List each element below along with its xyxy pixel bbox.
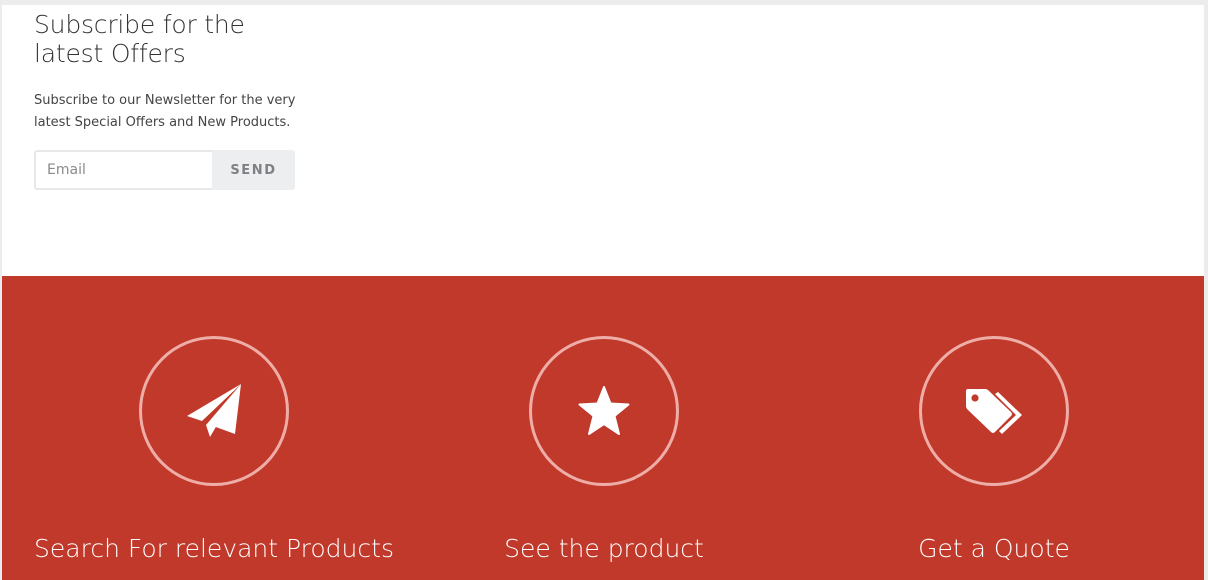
feature-view-title: See the product bbox=[504, 534, 704, 563]
newsletter-form: SEND bbox=[34, 150, 295, 190]
feature-quote-circle[interactable] bbox=[919, 336, 1069, 486]
newsletter-title-line1: Subscribe for the bbox=[34, 10, 245, 39]
feature-quote: Get a Quote bbox=[799, 276, 1189, 580]
feature-view: See the product bbox=[409, 276, 799, 580]
star-icon bbox=[578, 386, 630, 436]
email-input[interactable] bbox=[34, 150, 212, 190]
paper-plane-icon bbox=[185, 382, 243, 440]
feature-search-title: Search For relevant Products bbox=[34, 534, 394, 563]
newsletter-title: Subscribe for the latest Offers bbox=[34, 10, 304, 68]
feature-view-circle[interactable] bbox=[529, 336, 679, 486]
tags-icon bbox=[964, 386, 1024, 436]
newsletter-section: Subscribe for the latest Offers Subscrib… bbox=[34, 10, 304, 190]
newsletter-description: Subscribe to our Newsletter for the very… bbox=[34, 90, 304, 134]
newsletter-title-line2: latest Offers bbox=[34, 39, 186, 68]
feature-search: Search For relevant Products bbox=[19, 276, 409, 580]
newsletter-description-line1: Subscribe to our Newsletter for the very bbox=[34, 93, 296, 108]
page: Subscribe for the latest Offers Subscrib… bbox=[2, 5, 1204, 580]
features-section: Search For relevant Products See the pro… bbox=[2, 276, 1204, 580]
newsletter-description-line2: latest Special Offers and New Products. bbox=[34, 115, 291, 130]
feature-quote-title: Get a Quote bbox=[918, 534, 1070, 563]
send-button[interactable]: SEND bbox=[212, 150, 295, 190]
feature-search-circle[interactable] bbox=[139, 336, 289, 486]
